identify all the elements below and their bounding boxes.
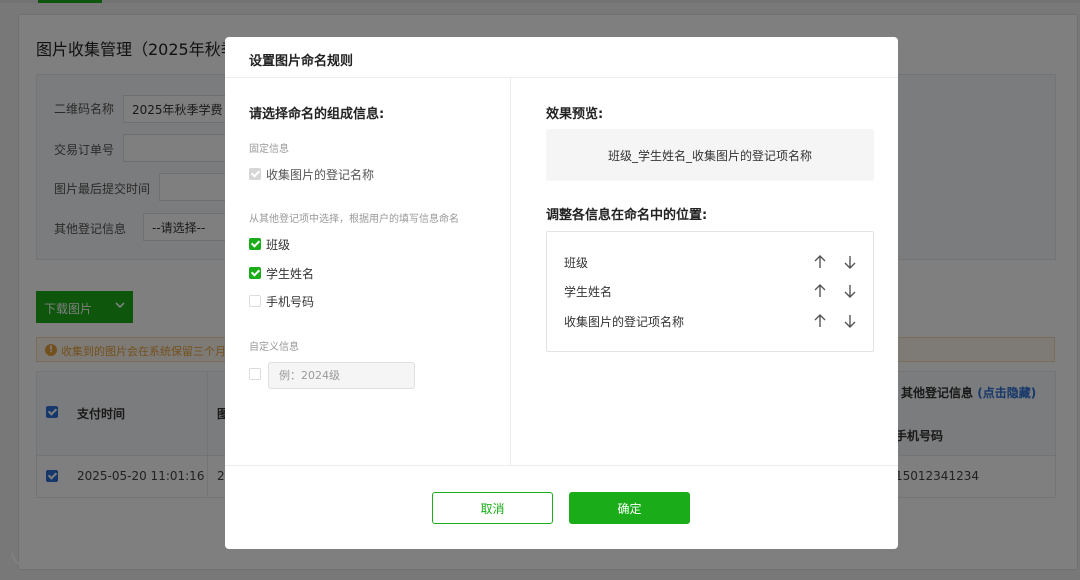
cancel-button[interactable]: 取消	[432, 492, 553, 524]
fixed-item-option: 收集图片的登记名称	[249, 166, 374, 182]
arrow-down-icon[interactable]	[842, 254, 858, 270]
arrow-up-icon[interactable]	[812, 313, 828, 329]
order-item-label: 班级	[564, 256, 589, 270]
fixed-item-label: 收集图片的登记名称	[266, 167, 375, 182]
arrow-down-icon[interactable]	[842, 313, 858, 329]
other-items-label: 从其他登记项中选择，根据用户的填写信息命名	[249, 214, 459, 225]
option-student-name[interactable]: 学生姓名	[249, 265, 314, 281]
column-divider	[510, 78, 511, 466]
preview-text: 班级_学生姓名_收集图片的登记项名称	[607, 149, 812, 163]
order-item-registration-name: 收集图片的登记项名称	[547, 311, 873, 331]
option-student-name-checkbox[interactable]	[249, 267, 261, 279]
compose-heading: 请选择命名的组成信息:	[249, 107, 385, 122]
arrow-down-icon[interactable]	[842, 283, 858, 299]
option-class[interactable]: 班级	[249, 236, 290, 252]
arrow-up-icon[interactable]	[812, 254, 828, 270]
order-item-label: 收集图片的登记项名称	[564, 315, 685, 329]
option-phone-checkbox[interactable]	[249, 295, 261, 307]
fixed-info-label: 固定信息	[249, 144, 289, 155]
custom-info-checkbox[interactable]	[249, 368, 261, 380]
option-phone[interactable]: 手机号码	[249, 293, 314, 309]
order-list: 班级 学生姓名 收集图片的登记项名称	[546, 231, 874, 352]
confirm-button[interactable]: 确定	[569, 492, 690, 524]
option-student-name-label: 学生姓名	[266, 266, 315, 281]
dialog-title: 设置图片命名规则	[249, 54, 354, 69]
option-class-label: 班级	[266, 237, 291, 252]
order-heading: 调整各信息在命名中的位置:	[546, 208, 708, 223]
option-class-checkbox[interactable]	[249, 238, 261, 250]
arrow-up-icon[interactable]	[812, 283, 828, 299]
footer-divider	[225, 465, 898, 466]
order-item-class: 班级	[547, 252, 873, 272]
custom-info-input[interactable]	[268, 362, 415, 389]
naming-rule-dialog: 设置图片命名规则 请选择命名的组成信息: 固定信息 收集图片的登记名称 从其他登…	[225, 37, 898, 549]
order-item-student-name: 学生姓名	[547, 281, 873, 301]
dialog-header: 设置图片命名规则	[225, 37, 898, 78]
fixed-item-checkbox	[249, 168, 261, 180]
preview-heading: 效果预览:	[546, 107, 604, 122]
preview-box: 班级_学生姓名_收集图片的登记项名称	[546, 129, 874, 181]
custom-info-label: 自定义信息	[249, 342, 299, 353]
order-item-label: 学生姓名	[564, 285, 613, 299]
option-phone-label: 手机号码	[266, 294, 315, 309]
